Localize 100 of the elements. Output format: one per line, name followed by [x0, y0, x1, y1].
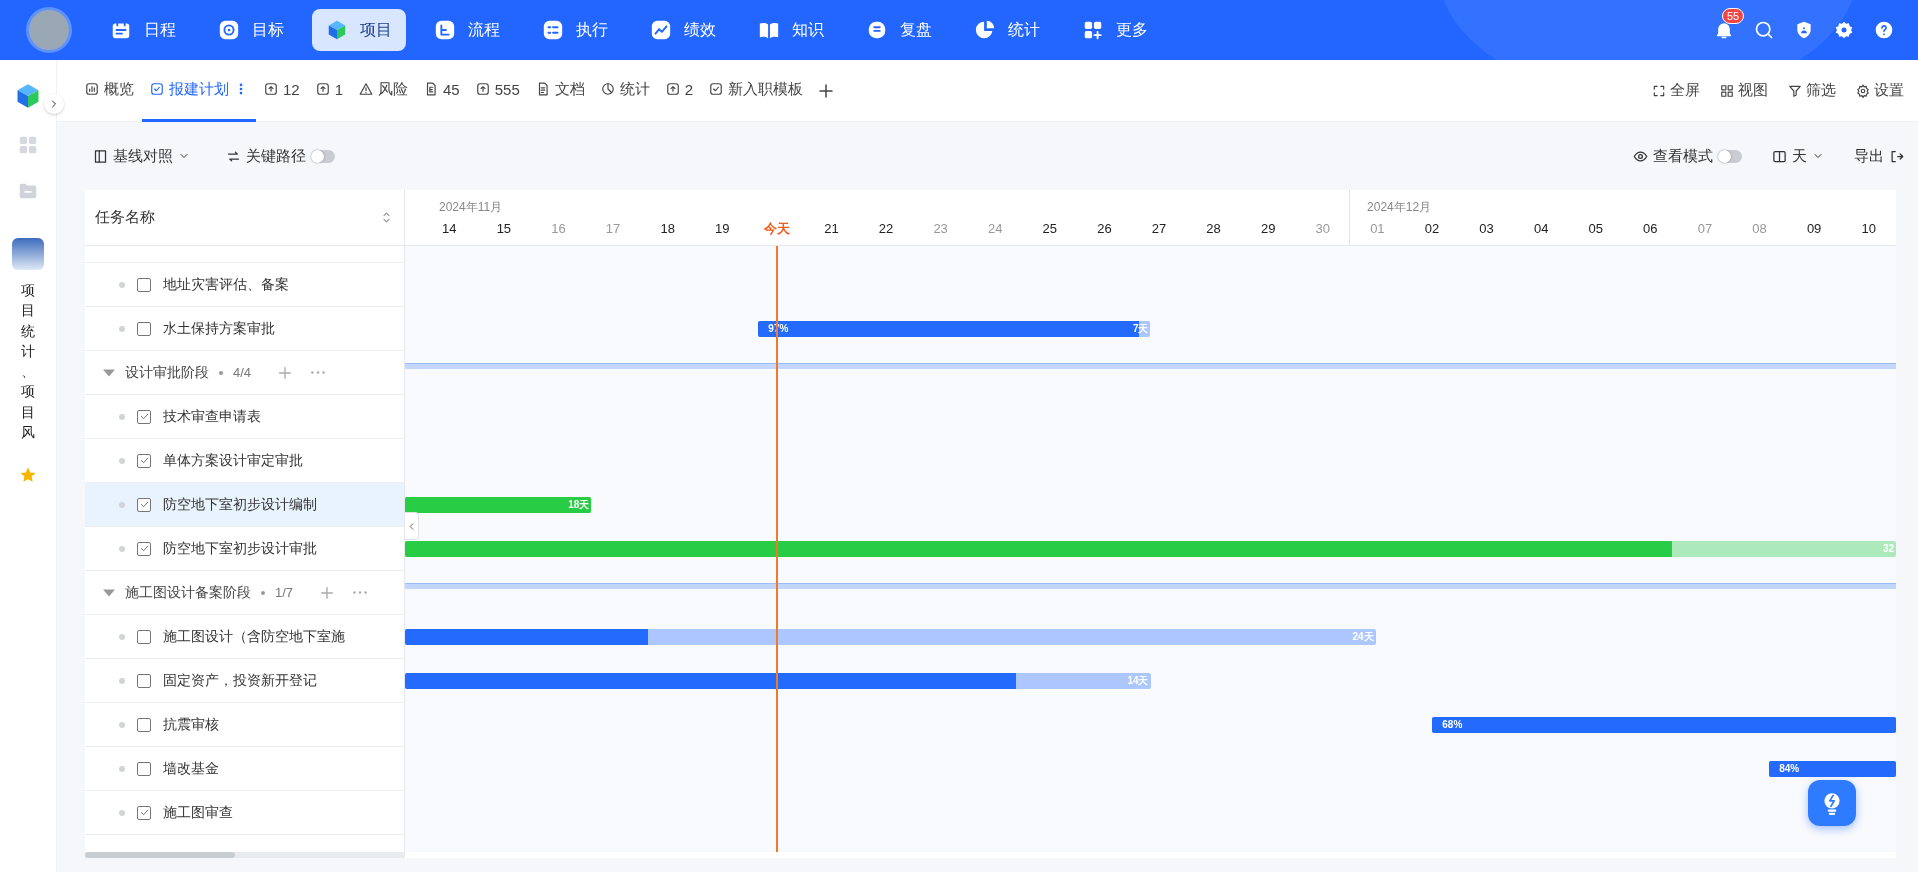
nav-item[interactable]: 流程: [420, 9, 514, 51]
photo-placeholder[interactable]: [12, 238, 44, 270]
checkbox[interactable]: [137, 541, 151, 556]
assistant-button[interactable]: [1808, 780, 1856, 826]
toolbar-button[interactable]: 全屏: [1652, 81, 1700, 100]
more-button[interactable]: [311, 371, 326, 374]
task-row[interactable]: 防空地下室初步设计编制: [85, 483, 405, 527]
toggle-switch[interactable]: [1718, 149, 1742, 163]
settings-button[interactable]: [1834, 20, 1854, 40]
bullet-icon: [119, 545, 125, 552]
nav-item[interactable]: 更多: [1068, 9, 1162, 51]
task-name[interactable]: 单体方案设计审定审批: [163, 451, 303, 470]
nav-item[interactable]: 项目: [312, 9, 406, 51]
toggle-switch[interactable]: [311, 149, 335, 163]
nav-item[interactable]: 目标: [204, 9, 298, 51]
task-name[interactable]: 防空地下室初步设计编制: [163, 495, 317, 514]
star-icon: [19, 466, 37, 485]
check-icon: [138, 543, 150, 554]
checkbox[interactable]: [137, 673, 151, 688]
checkbox[interactable]: [137, 761, 151, 776]
scrollbar[interactable]: [85, 852, 405, 858]
task-name[interactable]: 施工图审查: [163, 803, 233, 822]
day-label: 22: [877, 220, 895, 238]
pie-chart-icon: [600, 82, 615, 96]
group-row[interactable]: 施工图设计备案阶段 1/7: [85, 571, 405, 615]
task-name[interactable]: 防空地下室初步设计审批: [163, 539, 317, 558]
task-name[interactable]: 墙改基金: [163, 759, 219, 778]
tab[interactable]: 文档: [527, 59, 593, 122]
task-row[interactable]: 抗震审核: [85, 703, 405, 747]
tab[interactable]: 概览: [77, 59, 142, 122]
task-name[interactable]: 固定资产，投资新开登记: [163, 671, 317, 690]
nav-item[interactable]: 日程: [96, 9, 190, 51]
tab[interactable]: 45: [416, 59, 468, 122]
scale-dropdown[interactable]: 天: [1772, 146, 1824, 166]
task-name[interactable]: 技术审查申请表: [163, 407, 261, 426]
nav-item[interactable]: 统计: [960, 9, 1054, 51]
toolbar-button[interactable]: 筛选: [1788, 81, 1836, 100]
shield-button[interactable]: [1794, 20, 1814, 40]
task-name[interactable]: 施工图设计（含防空地下室施: [163, 627, 345, 646]
task-row[interactable]: 技术审查申请表: [85, 395, 405, 439]
tab[interactable]: 12: [256, 59, 308, 122]
tab[interactable]: 统计: [592, 59, 658, 122]
view-mode-toggle[interactable]: 查看模式: [1633, 146, 1742, 166]
task-name[interactable]: 抗震审核: [163, 715, 219, 734]
month-label: 2024年11月: [438, 199, 503, 216]
notification-button[interactable]: [1714, 20, 1734, 40]
task-name[interactable]: 水土保持方案审批: [163, 319, 275, 338]
task-row[interactable]: 施工图设计（含防空地下室施: [85, 615, 405, 659]
day-label: 19: [714, 220, 731, 238]
nav-item[interactable]: 执行: [528, 9, 622, 51]
checkbox[interactable]: [137, 277, 151, 292]
tab[interactable]: 555: [467, 59, 528, 122]
task-row[interactable]: 施工图审查: [85, 791, 405, 835]
task-bar[interactable]: 84%: [1769, 761, 1896, 777]
baseline-dropdown[interactable]: 基线对照: [93, 146, 190, 166]
group-row[interactable]: 设计审批阶段 4/4: [85, 351, 405, 395]
critical-path-toggle[interactable]: 关键路径: [226, 146, 335, 166]
expand-button[interactable]: [44, 94, 64, 114]
day-label: 09: [1805, 220, 1823, 238]
checkbox[interactable]: [137, 497, 151, 512]
nav-item[interactable]: 复盘: [852, 9, 946, 51]
chart-icon: [650, 19, 672, 41]
search-button[interactable]: [1754, 20, 1774, 40]
caret-icon[interactable]: [103, 368, 115, 377]
more-button[interactable]: [353, 591, 368, 594]
nav-item[interactable]: 知识: [744, 9, 838, 51]
checkbox[interactable]: [137, 805, 151, 820]
export-button[interactable]: 导出: [1854, 146, 1904, 166]
checkbox[interactable]: [137, 321, 151, 336]
checkbox[interactable]: [137, 717, 151, 732]
day-label: 18: [659, 220, 676, 238]
task-row[interactable]: 水土保持方案审批: [85, 307, 405, 351]
day-label: 17: [604, 220, 622, 238]
task-row[interactable]: 墙改基金: [85, 747, 405, 791]
notification-badge: 55: [1722, 8, 1745, 24]
day-label: 24: [986, 220, 1004, 238]
checkbox[interactable]: [137, 629, 151, 644]
tab[interactable]: 报建计划: [142, 59, 256, 122]
tab[interactable]: 1: [307, 59, 352, 122]
tab[interactable]: 风险: [351, 59, 417, 122]
checkbox[interactable]: [137, 453, 151, 468]
task-name[interactable]: 地址灾害评估、备案: [163, 275, 289, 294]
tab[interactable]: 新入职模板: [701, 59, 812, 122]
task-row[interactable]: 防空地下室初步设计审批: [85, 527, 405, 571]
task-row[interactable]: 地址灾害评估、备案: [85, 263, 405, 307]
task-row[interactable]: 固定资产，投资新开登记: [85, 659, 405, 703]
checkbox[interactable]: [137, 409, 151, 424]
bullet-icon: [119, 633, 125, 640]
nav-item[interactable]: 绩效: [636, 9, 730, 51]
toolbar-button[interactable]: 视图: [1720, 81, 1768, 100]
help-button[interactable]: [1874, 20, 1894, 40]
tab[interactable]: 2: [657, 59, 702, 122]
cube-icon: [326, 19, 348, 41]
task-bar[interactable]: 68%: [1432, 717, 1896, 733]
day-label: 28: [1205, 220, 1222, 238]
day-label: 07: [1696, 220, 1714, 238]
toolbar-button[interactable]: 设置: [1856, 81, 1904, 100]
caret-icon[interactable]: [103, 588, 115, 597]
task-row[interactable]: 单体方案设计审定审批: [85, 439, 405, 483]
upload-icon: [475, 82, 490, 96]
